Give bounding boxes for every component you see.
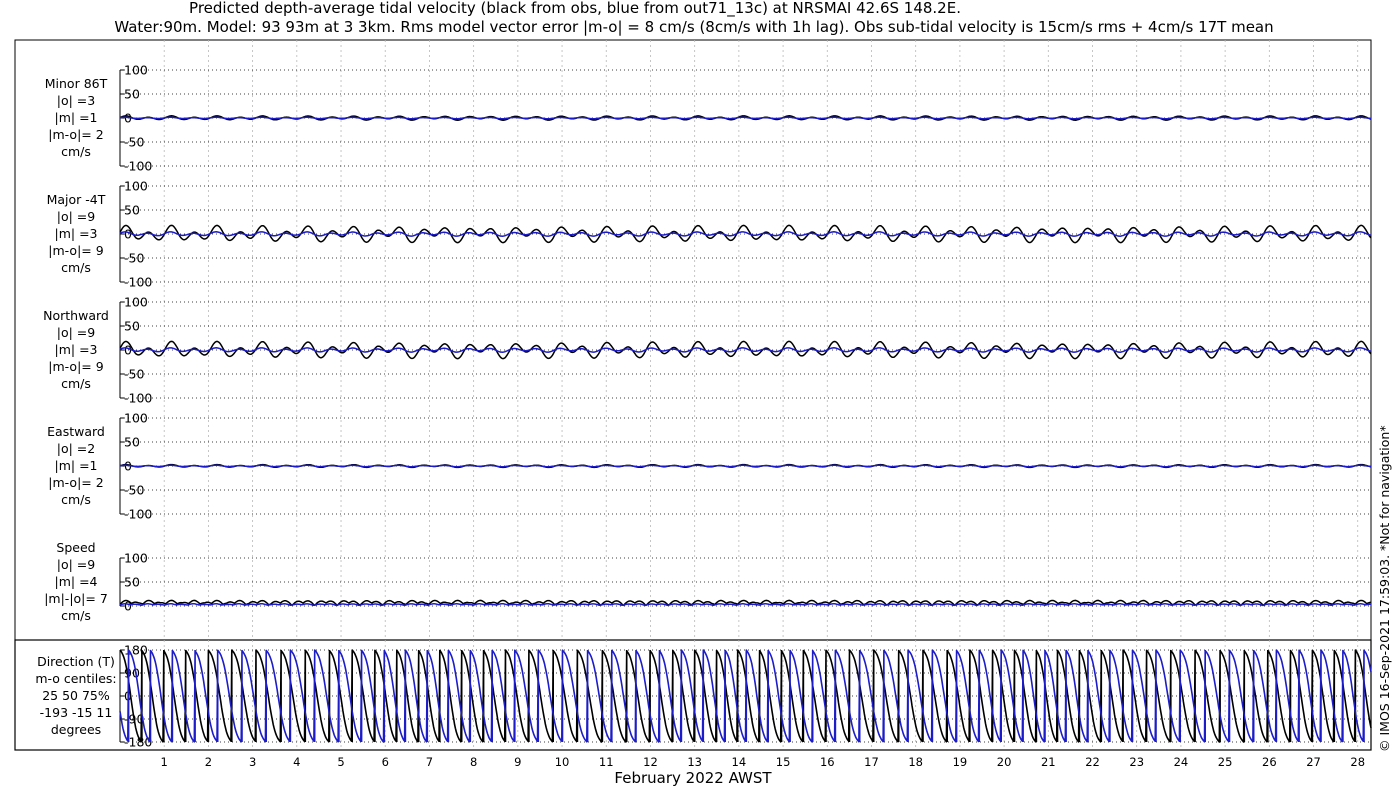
northward-series-model bbox=[119, 347, 1372, 353]
eastward-y-tick-label: -100 bbox=[124, 507, 152, 522]
northward-label-line: Northward bbox=[43, 308, 109, 323]
major-label-line: Major -4T bbox=[47, 192, 106, 207]
x-tick-label: 24 bbox=[1174, 755, 1189, 769]
eastward-y-tick-label: -50 bbox=[124, 483, 144, 498]
speed-y-tick-label: 50 bbox=[124, 575, 140, 590]
x-tick-label: 19 bbox=[953, 755, 968, 769]
figure-title-line2: Water:90m. Model: 93 93m at 3 3km. Rms m… bbox=[114, 18, 1273, 36]
eastward-label-line: |m| =1 bbox=[55, 458, 98, 473]
direction-label-line: m-o centiles: bbox=[35, 671, 116, 686]
minor-label-line: |m| =1 bbox=[55, 110, 98, 125]
speed-y-tick-label: 100 bbox=[124, 551, 148, 566]
x-tick-label: 6 bbox=[382, 755, 389, 769]
x-tick-label: 17 bbox=[864, 755, 879, 769]
major-label-line: |o| =9 bbox=[57, 209, 96, 224]
direction-label-line: -193 -15 11 bbox=[40, 705, 113, 720]
major-y-tick-label: -50 bbox=[124, 251, 144, 266]
x-tick-label: 10 bbox=[555, 755, 570, 769]
major-y-tick-label: 100 bbox=[124, 179, 148, 194]
northward-y-tick-label: -100 bbox=[124, 391, 152, 406]
major-y-tick-label: -100 bbox=[124, 275, 152, 290]
plot-layer: 1 2 3 4 5 6 7 8 9 10 11 12 13 14 15 16 17 18 19 20 21 22 23 24 2… bbox=[35, 40, 1372, 769]
x-tick-label: 25 bbox=[1218, 755, 1233, 769]
speed-series-model bbox=[119, 603, 1371, 607]
speed-label-line: cm/s bbox=[61, 608, 91, 623]
x-tick-label: 27 bbox=[1306, 755, 1321, 769]
x-tick-label: 23 bbox=[1129, 755, 1144, 769]
x-tick-label: 28 bbox=[1350, 755, 1365, 769]
major-y-tick-label: 50 bbox=[124, 203, 140, 218]
x-tick-label: 2 bbox=[205, 755, 212, 769]
speed-label-line: |m| =4 bbox=[55, 574, 98, 589]
x-tick-label: 15 bbox=[776, 755, 791, 769]
northward-y-tick-label: -50 bbox=[124, 367, 144, 382]
eastward-series-model bbox=[119, 464, 1371, 468]
x-tick-label: 16 bbox=[820, 755, 835, 769]
major-label-line: cm/s bbox=[61, 260, 91, 275]
x-tick-label: 7 bbox=[426, 755, 433, 769]
minor-label-line: |m-o|= 2 bbox=[48, 127, 103, 142]
speed-label-line: Speed bbox=[56, 540, 95, 555]
x-tick-label: 3 bbox=[249, 755, 256, 769]
direction-label-line: degrees bbox=[51, 722, 101, 737]
x-tick-label: 26 bbox=[1262, 755, 1277, 769]
eastward-label-line: |m-o|= 2 bbox=[48, 475, 103, 490]
northward-y-tick-label: 50 bbox=[124, 319, 140, 334]
eastward-y-tick-label: 100 bbox=[124, 411, 148, 426]
minor-series-model bbox=[119, 116, 1371, 120]
copyright-note: © IMOS 16-Sep-2021 17:59:03. *Not for na… bbox=[1377, 425, 1392, 752]
x-tick-label: 11 bbox=[599, 755, 614, 769]
minor-label-line: |o| =3 bbox=[57, 93, 95, 108]
x-tick-label: 9 bbox=[514, 755, 521, 769]
direction-label-line: Direction (T) bbox=[37, 654, 115, 669]
speed-label-line: |m|-|o|= 7 bbox=[44, 591, 108, 606]
figure-title-line1: Predicted depth-average tidal velocity (… bbox=[189, 0, 961, 18]
minor-y-tick-label: -50 bbox=[124, 135, 144, 150]
x-tick-label: 12 bbox=[643, 755, 658, 769]
minor-y-tick-label: 50 bbox=[124, 87, 140, 102]
major-label-line: |m| =3 bbox=[55, 226, 98, 241]
x-tick-label: 5 bbox=[337, 755, 344, 769]
northward-y-tick-label: 100 bbox=[124, 295, 148, 310]
northward-label-line: |m-o|= 9 bbox=[48, 359, 103, 374]
x-tick-label: 20 bbox=[997, 755, 1012, 769]
x-tick-label: 21 bbox=[1041, 755, 1056, 769]
x-tick-label: 13 bbox=[687, 755, 702, 769]
major-label-line: |m-o|= 9 bbox=[48, 243, 103, 258]
x-tick-label: 4 bbox=[293, 755, 300, 769]
eastward-label-line: cm/s bbox=[61, 492, 91, 507]
minor-y-tick-label: -100 bbox=[124, 159, 152, 174]
x-tick-label: 18 bbox=[908, 755, 923, 769]
eastward-y-tick-label: 50 bbox=[124, 435, 140, 450]
eastward-label-line: |o| =2 bbox=[57, 441, 95, 456]
minor-label-line: Minor 86T bbox=[45, 76, 108, 91]
minor-label-line: cm/s bbox=[61, 144, 91, 159]
x-tick-label: 22 bbox=[1085, 755, 1100, 769]
x-tick-label: 8 bbox=[470, 755, 477, 769]
northward-label-line: cm/s bbox=[61, 376, 91, 391]
northward-label-line: |o| =9 bbox=[57, 325, 96, 340]
direction-label-line: 25 50 75% bbox=[42, 688, 110, 703]
minor-y-tick-label: 100 bbox=[124, 63, 148, 78]
x-axis-label: February 2022 AWST bbox=[614, 769, 772, 787]
major-series-model bbox=[119, 231, 1372, 237]
x-tick-label: 14 bbox=[732, 755, 747, 769]
northward-label-line: |m| =3 bbox=[55, 342, 98, 357]
speed-label-line: |o| =9 bbox=[57, 557, 96, 572]
upper-panel-frame bbox=[14, 39, 1372, 641]
tidal-velocity-figure: Predicted depth-average tidal velocity (… bbox=[14, 0, 1392, 787]
x-tick-label: 1 bbox=[161, 755, 168, 769]
eastward-label-line: Eastward bbox=[47, 424, 105, 439]
